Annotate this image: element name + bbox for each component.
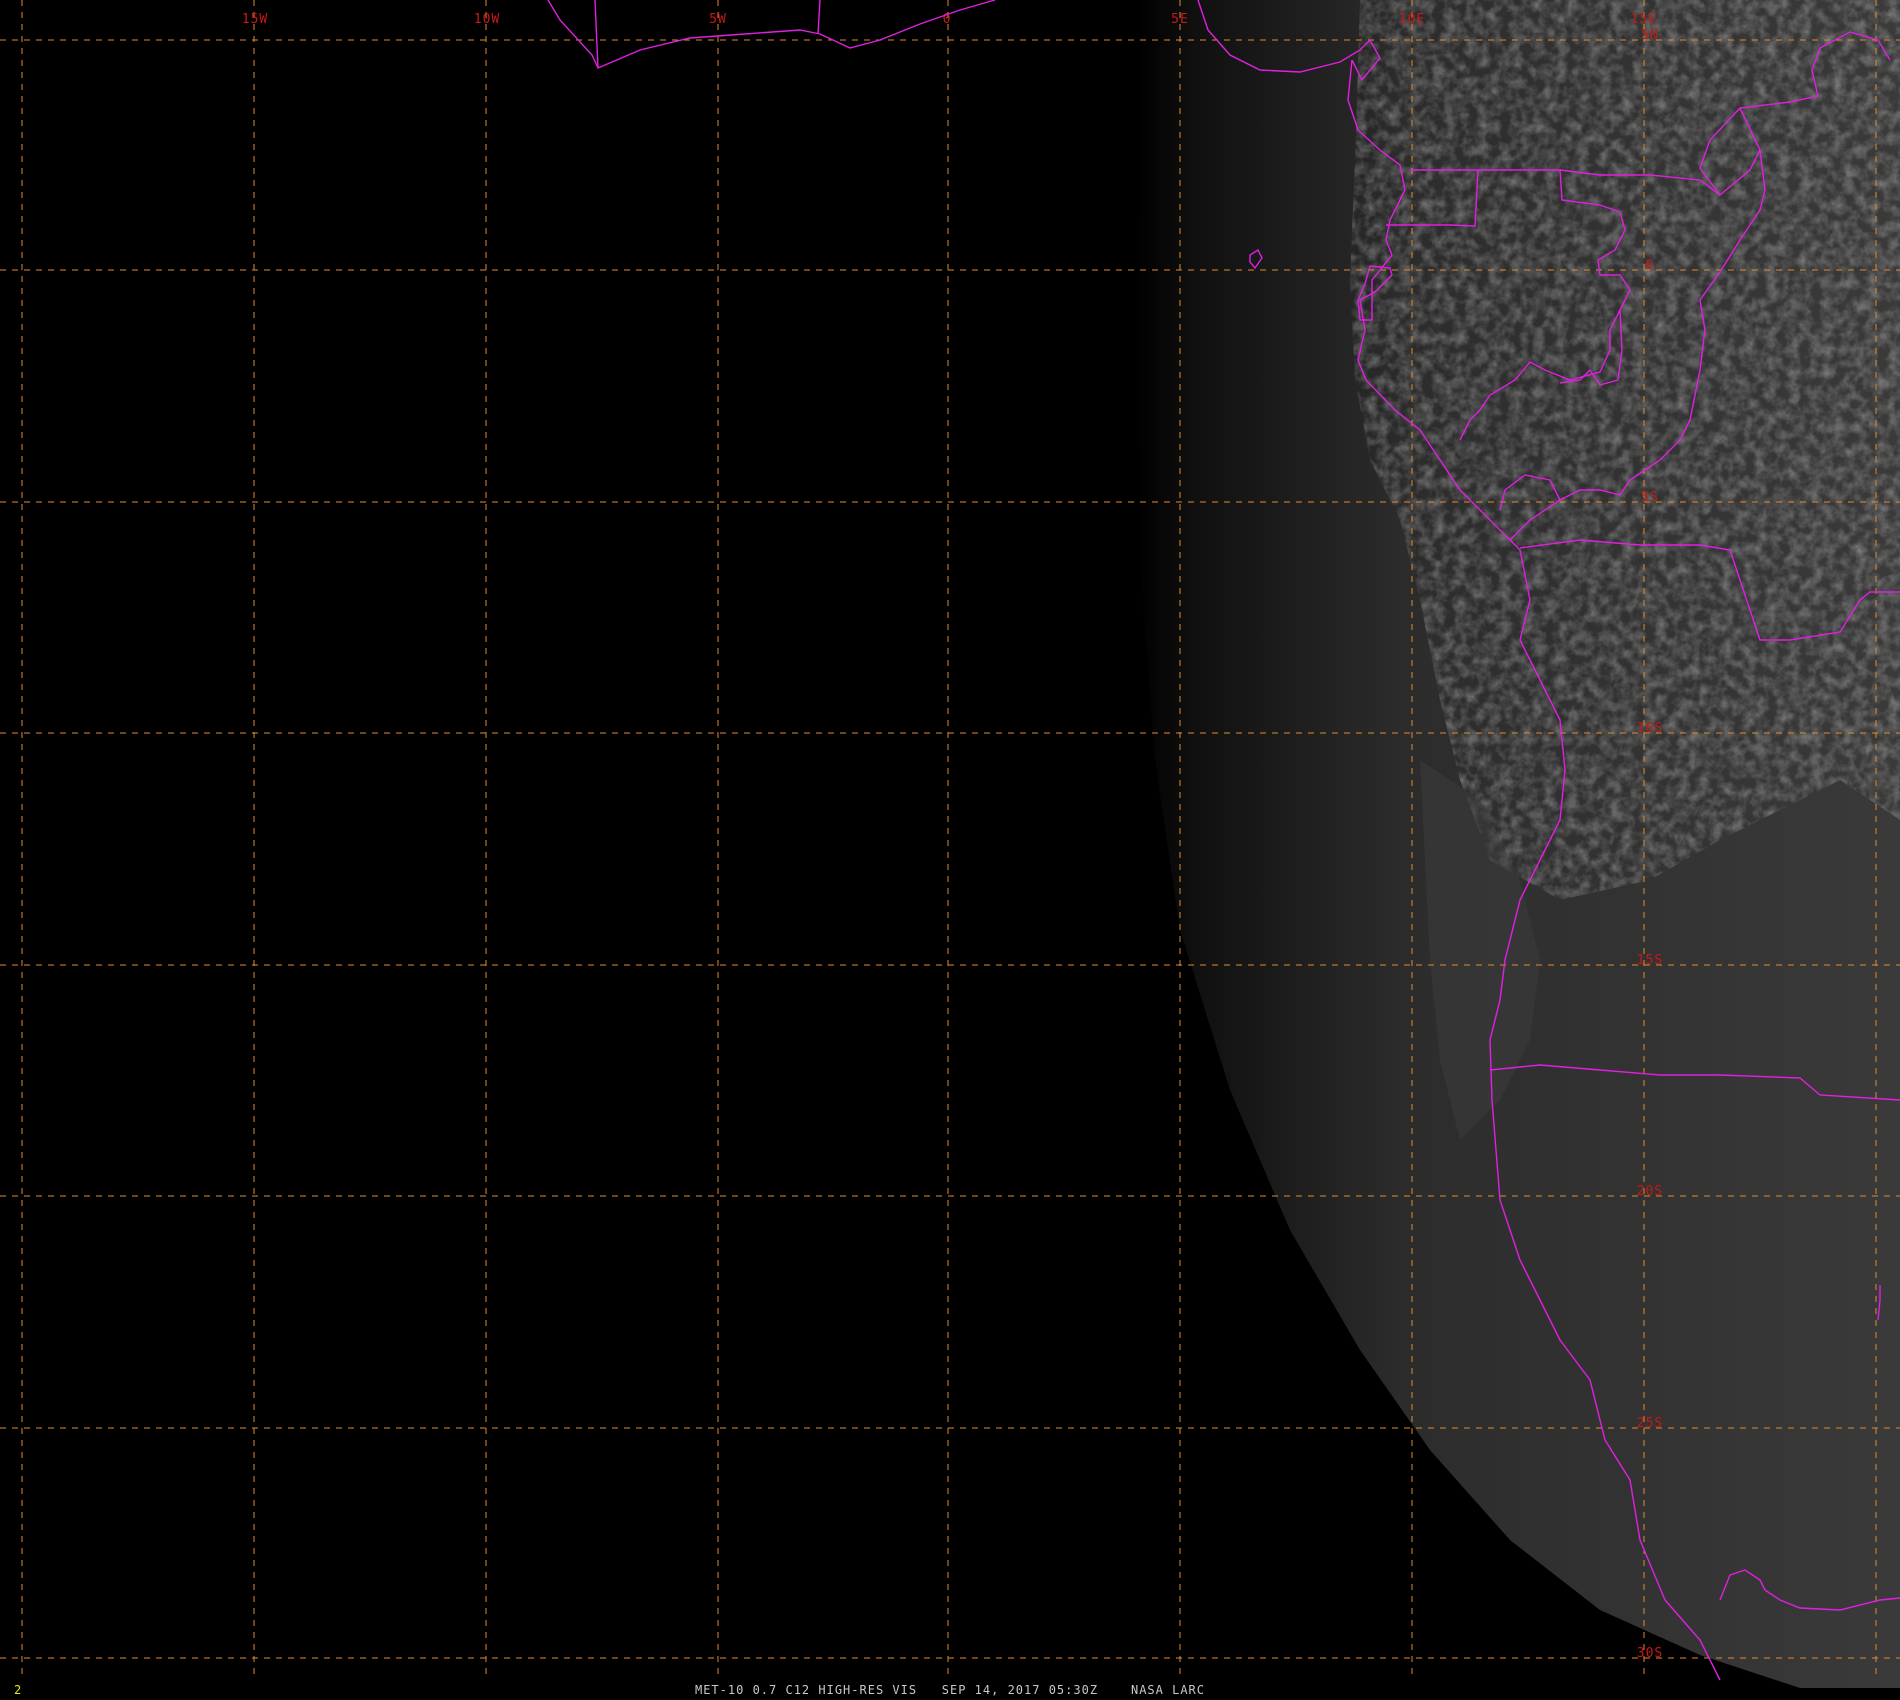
data-source: NASA LARC [1130,1683,1205,1697]
longitude-label: 10E [1399,12,1425,27]
latitude-label: 15S [1637,953,1663,968]
latitude-label: 10S [1637,721,1663,736]
longitude-label: 15W [242,12,268,27]
channel-name: 0.7 C12 HIGH-RES VIS [752,1683,918,1697]
latitude-label: 0 [1646,258,1655,273]
satellite-map: 15W 10W 5W 0 5E 10E 15E5N05S10S15S20S25S30S [0,0,1900,1688]
west-africa-coastline [547,0,996,69]
longitude-label: 10W [474,12,500,27]
longitude-label: 5E [1171,12,1189,27]
latitude-label: 20S [1637,1184,1663,1199]
border-segment [817,0,821,35]
longitude-label: 15E [1631,12,1657,27]
border-segment [594,0,599,69]
latitude-label: 5S [1641,490,1659,505]
satellite-name: MET-10 [694,1683,745,1697]
latitude-label: 25S [1637,1416,1663,1431]
image-caption: MET-10 0.7 C12 HIGH-RES VIS SEP 14, 2017… [0,1684,1900,1696]
observation-time: 05:30Z [1048,1683,1099,1697]
satellite-image-viewer[interactable]: 15W 10W 5W 0 5E 10E 15E 5N 0 5S 10S 15S 20S 25S 30S 2 … [0,0,1900,1700]
longitude-label: 5W [709,12,727,27]
latitude-label: 5N [1641,28,1659,43]
latitude-label: 30S [1637,1646,1663,1661]
observation-date: SEP 14, 2017 [941,1683,1041,1697]
